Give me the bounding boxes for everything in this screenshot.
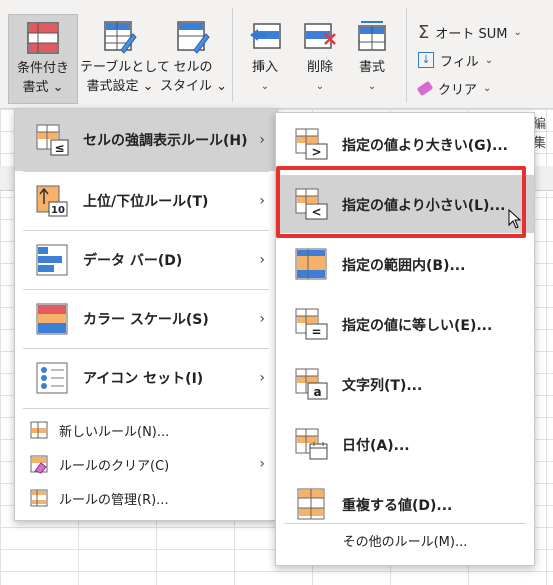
conditional-formatting-menu: ≤ セルの強調表示ルール(H) › 10 上位/下位ルール(T) › データ バ… bbox=[14, 108, 278, 521]
cell-styles-icon bbox=[177, 21, 210, 54]
cell-styles-label: セルの スタイル ⌄ bbox=[160, 60, 228, 94]
submenu-item-greater-than[interactable]: > 指定の値より大きい(G)... bbox=[276, 115, 534, 173]
top-bottom-icon: 10 bbox=[36, 185, 68, 217]
menu-separator bbox=[284, 523, 526, 524]
menu-item-top-bottom-rules[interactable]: 10 上位/下位ルール(T) › bbox=[15, 172, 277, 230]
date-occurring-icon bbox=[295, 428, 328, 460]
highlight-rules-icon: ≤ bbox=[36, 124, 69, 156]
mouse-cursor-icon bbox=[508, 209, 522, 229]
menu-item-new-rule[interactable]: 新しいルール(N)... bbox=[15, 415, 277, 445]
menu-item-clear-rules[interactable]: ルールのクリア(C) › bbox=[15, 449, 277, 479]
submenu-item-label: 指定の値より大きい(G)... bbox=[342, 138, 508, 154]
submenu-item-text-contains[interactable]: a 文字列(T)... bbox=[276, 355, 534, 413]
menu-item-label: ルールの管理(R)... bbox=[59, 492, 169, 508]
menu-item-color-scales[interactable]: カラー スケール(S) › bbox=[15, 290, 277, 348]
svg-text:10: 10 bbox=[51, 205, 65, 216]
submenu-item-label: 重複する値(D)... bbox=[342, 498, 453, 514]
text-contains-icon: a bbox=[295, 368, 328, 400]
menu-item-label: カラー スケール(S) bbox=[83, 312, 209, 328]
format-as-table-icon bbox=[104, 21, 137, 54]
insert-button[interactable]: 挿入 ⌄ bbox=[238, 0, 292, 104]
submenu-item-label: 指定の範囲内(B)... bbox=[342, 258, 466, 274]
submenu-item-label: 日付(A)... bbox=[342, 438, 410, 454]
fill-label: フィル bbox=[440, 54, 479, 70]
more-rules-item[interactable]: その他のルール(M)... bbox=[276, 531, 534, 550]
format-label: 書式 ⌄ bbox=[358, 60, 385, 92]
menu-item-label: ルールのクリア(C) bbox=[59, 458, 170, 474]
delete-cells-icon bbox=[304, 23, 336, 49]
clear-label: クリア bbox=[438, 82, 478, 98]
ribbon: 条件付き 書式 ⌄ テーブルとして 書式設定 ⌄ セルの スタイル ⌄ 挿入 ⌄… bbox=[0, 0, 553, 109]
editing-group-label: 編集 bbox=[533, 117, 547, 151]
fill-down-icon: ↓ bbox=[418, 52, 434, 68]
chevron-down-icon: ⌄ bbox=[483, 82, 492, 94]
submenu-item-between[interactable]: 指定の範囲内(B)... bbox=[276, 235, 534, 293]
menu-separator bbox=[23, 408, 269, 409]
chevron-right-icon: › bbox=[259, 456, 265, 472]
conditional-formatting-icon bbox=[27, 22, 59, 54]
menu-item-label: アイコン セット(I) bbox=[83, 371, 204, 387]
submenu-item-equal-to[interactable]: = 指定の値に等しい(E)... bbox=[276, 295, 534, 353]
between-icon bbox=[295, 248, 327, 280]
menu-item-highlight-rules[interactable]: ≤ セルの強調表示ルール(H) › bbox=[15, 109, 277, 171]
autosum-button[interactable]: Σ オート SUM ⌄ bbox=[418, 20, 522, 44]
clear-button[interactable]: クリア ⌄ bbox=[416, 76, 492, 100]
cell-styles-button[interactable]: セルの スタイル ⌄ bbox=[160, 0, 228, 104]
menu-item-label: 新しいルール(N)... bbox=[59, 424, 170, 440]
new-rule-icon bbox=[30, 421, 48, 439]
duplicate-values-icon bbox=[297, 488, 325, 520]
chevron-right-icon: › bbox=[259, 193, 265, 209]
insert-cells-icon bbox=[250, 23, 281, 49]
chevron-down-icon: ⌄ bbox=[513, 26, 522, 38]
format-button[interactable]: 書式 ⌄ bbox=[348, 0, 396, 104]
svg-text:≤: ≤ bbox=[54, 141, 64, 155]
fill-button[interactable]: ↓ フィル ⌄ bbox=[418, 48, 493, 72]
insert-label: 挿入 ⌄ bbox=[251, 60, 278, 92]
ribbon-separator bbox=[406, 8, 407, 102]
submenu-item-label: 指定の値に等しい(E)... bbox=[342, 318, 493, 334]
chevron-right-icon: › bbox=[259, 252, 265, 268]
submenu-item-label: 文字列(T)... bbox=[342, 378, 423, 394]
svg-text:a: a bbox=[313, 385, 321, 399]
equal-to-icon: = bbox=[295, 308, 328, 340]
autosum-label: オート SUM bbox=[435, 26, 508, 42]
annotation-highlight-frame bbox=[276, 166, 526, 238]
svg-text:=: = bbox=[311, 325, 321, 339]
data-bar-icon bbox=[36, 244, 68, 276]
chevron-right-icon: › bbox=[259, 311, 265, 327]
menu-item-data-bars[interactable]: データ バー(D) › bbox=[15, 231, 277, 289]
clear-rules-icon bbox=[30, 455, 48, 474]
submenu-item-date-occurring[interactable]: 日付(A)... bbox=[276, 415, 534, 473]
eraser-icon bbox=[416, 80, 434, 96]
sigma-icon: Σ bbox=[418, 21, 430, 43]
ribbon-separator bbox=[232, 8, 233, 102]
manage-rules-icon bbox=[30, 489, 48, 507]
icon-set-icon bbox=[36, 362, 68, 394]
menu-item-label: セルの強調表示ルール(H) bbox=[83, 133, 248, 149]
format-cells-icon bbox=[358, 21, 386, 51]
format-as-table-label: テーブルとして 書式設定 ⌄ bbox=[80, 60, 170, 94]
delete-button[interactable]: 削除 ⌄ bbox=[294, 0, 346, 104]
svg-text:>: > bbox=[311, 145, 321, 159]
conditional-formatting-button[interactable]: 条件付き 書式 ⌄ bbox=[8, 14, 78, 104]
chevron-right-icon: › bbox=[259, 370, 265, 386]
menu-item-manage-rules[interactable]: ルールの管理(R)... bbox=[15, 483, 277, 513]
delete-label: 削除 ⌄ bbox=[306, 60, 333, 92]
menu-item-icon-sets[interactable]: アイコン セット(I) › bbox=[15, 349, 277, 407]
conditional-formatting-label: 条件付き 書式 ⌄ bbox=[16, 61, 69, 95]
submenu-item-duplicate-values[interactable]: 重複する値(D)... bbox=[276, 475, 534, 533]
color-scale-icon bbox=[36, 303, 68, 335]
chevron-down-icon: ⌄ bbox=[484, 54, 494, 66]
chevron-right-icon: › bbox=[259, 132, 265, 148]
format-as-table-button[interactable]: テーブルとして 書式設定 ⌄ bbox=[80, 0, 170, 104]
menu-item-label: データ バー(D) bbox=[83, 253, 183, 269]
greater-than-icon: > bbox=[295, 128, 328, 160]
menu-item-label: 上位/下位ルール(T) bbox=[83, 194, 209, 210]
